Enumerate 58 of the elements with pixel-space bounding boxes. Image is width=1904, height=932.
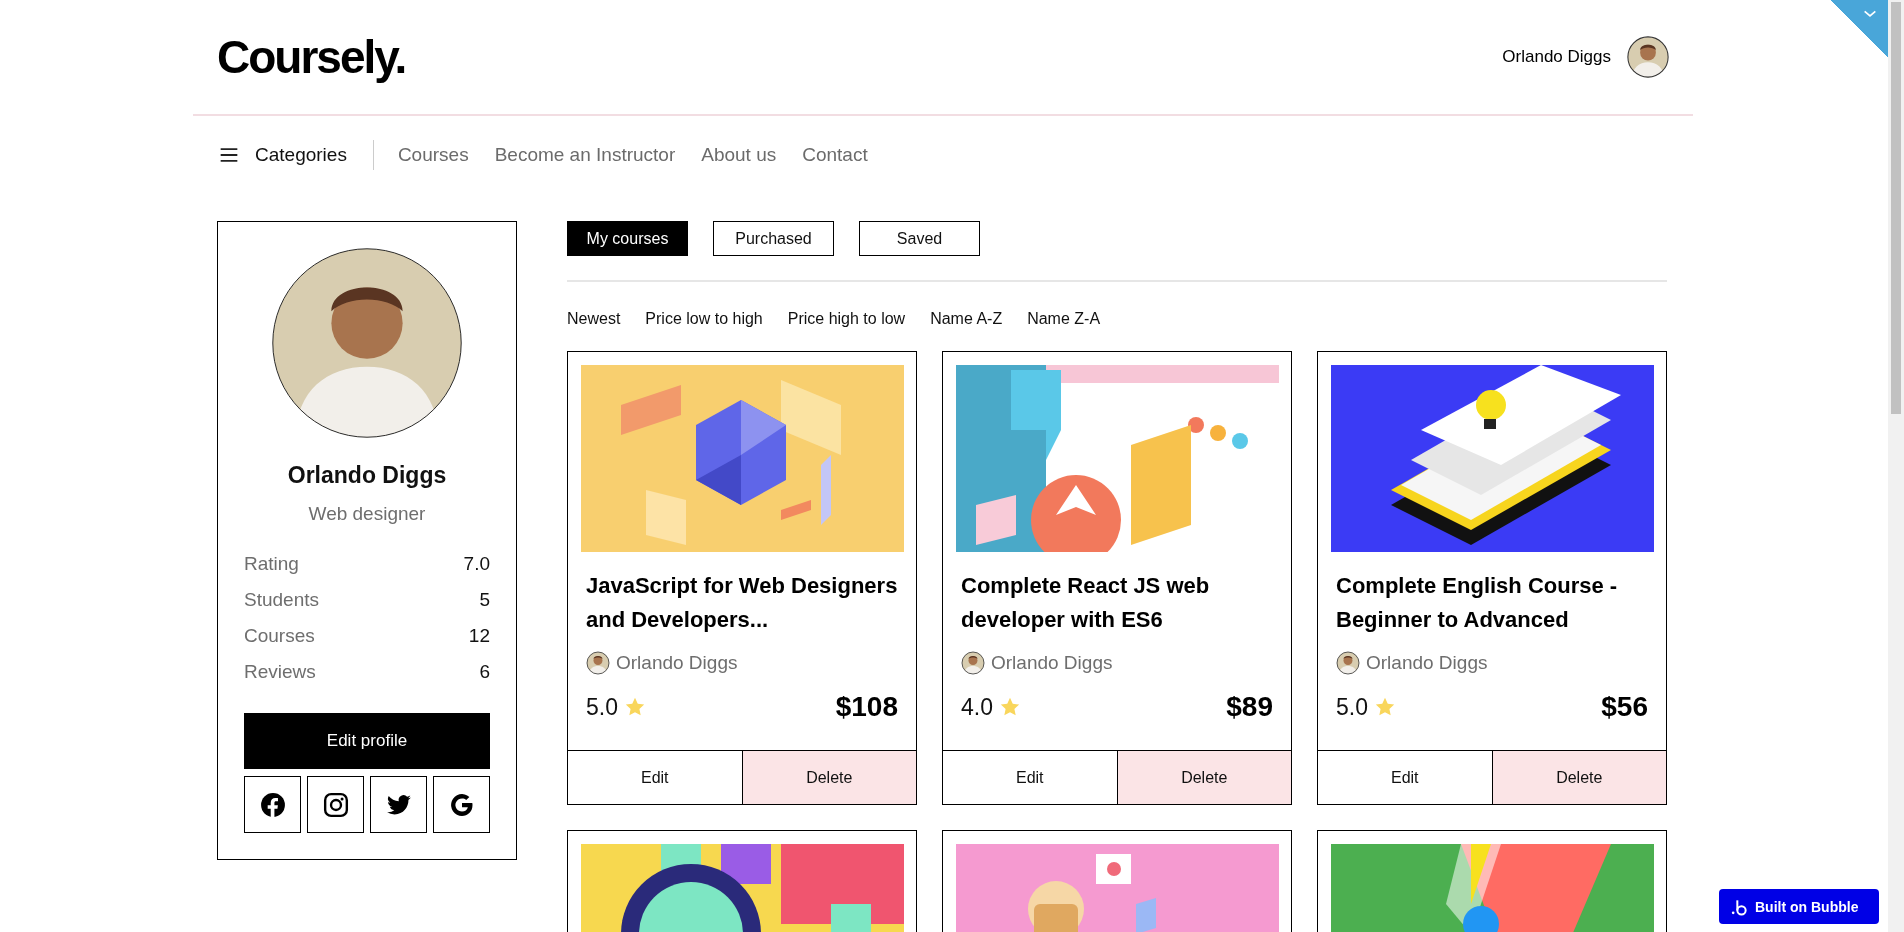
- delete-button[interactable]: Delete: [1491, 751, 1666, 804]
- nav-link[interactable]: Become an Instructor: [494, 144, 676, 166]
- nav-link[interactable]: Courses: [397, 144, 469, 166]
- nav-link[interactable]: Contact: [802, 144, 868, 166]
- sort-option[interactable]: Name A-Z: [930, 310, 1003, 328]
- stat-value: 6: [479, 661, 490, 683]
- sort-option[interactable]: Price high to low: [787, 310, 906, 328]
- profile-role: Web designer: [308, 503, 426, 525]
- tab[interactable]: Saved: [859, 221, 980, 256]
- star-icon: [1374, 696, 1396, 718]
- social-button[interactable]: [307, 776, 364, 833]
- categories-menu[interactable]: Categories: [217, 144, 347, 166]
- author-name: Orlando Diggs: [1366, 652, 1488, 674]
- instagram-icon: [322, 791, 349, 818]
- star-icon: [999, 696, 1021, 718]
- social-button[interactable]: [433, 776, 490, 833]
- social-button[interactable]: [244, 776, 301, 833]
- price: $89: [1226, 691, 1273, 723]
- author-avatar: [586, 651, 610, 675]
- rating: 4.0: [961, 693, 993, 721]
- sort-option[interactable]: Price low to high: [645, 310, 763, 328]
- scrollbar[interactable]: [1888, 0, 1904, 932]
- stat-label: Courses: [244, 625, 315, 647]
- delete-button[interactable]: Delete: [1116, 751, 1291, 804]
- course-title[interactable]: Complete English Course - Beginner to Advanced: [1336, 569, 1648, 637]
- rating: 5.0: [1336, 693, 1368, 721]
- stat-value: 5: [479, 589, 490, 611]
- sort-option[interactable]: Newest: [567, 310, 621, 328]
- tab[interactable]: My courses: [567, 221, 688, 256]
- profile-name: Orlando Diggs: [287, 462, 447, 489]
- star-icon: [624, 696, 646, 718]
- tab[interactable]: Purchased: [713, 221, 834, 256]
- sort-option[interactable]: Name Z-A: [1027, 310, 1101, 328]
- user-avatar: [1627, 36, 1669, 78]
- stat-value: 12: [468, 625, 490, 647]
- logo[interactable]: Coursely.: [217, 30, 406, 84]
- stat-label: Students: [244, 589, 319, 611]
- price: $108: [835, 691, 898, 723]
- social-button[interactable]: [370, 776, 427, 833]
- course-title[interactable]: JavaScript for Web Designers and Developers...: [586, 569, 898, 637]
- scrollbar-thumb[interactable]: [1891, 2, 1901, 414]
- author-name: Orlando Diggs: [616, 652, 738, 674]
- delete-button[interactable]: Delete: [741, 751, 916, 804]
- facebook-icon: [259, 791, 286, 818]
- user-name: Orlando Diggs: [1502, 47, 1611, 67]
- built-on-bubble-badge[interactable]: Built on Bubble: [1719, 889, 1879, 924]
- edit-profile-button[interactable]: Edit profile: [244, 713, 490, 769]
- stat-label: Reviews: [244, 661, 316, 683]
- google-icon: [448, 791, 475, 818]
- rating: 5.0: [586, 693, 618, 721]
- price: $56: [1601, 691, 1648, 723]
- stat-label: Rating: [244, 553, 299, 575]
- author-avatar: [961, 651, 985, 675]
- nav-link[interactable]: About us: [701, 144, 777, 166]
- author-name: Orlando Diggs: [991, 652, 1113, 674]
- author-avatar: [1336, 651, 1360, 675]
- course-title[interactable]: Complete React JS web developer with ES6: [961, 569, 1273, 637]
- stat-value: 7.0: [463, 553, 490, 575]
